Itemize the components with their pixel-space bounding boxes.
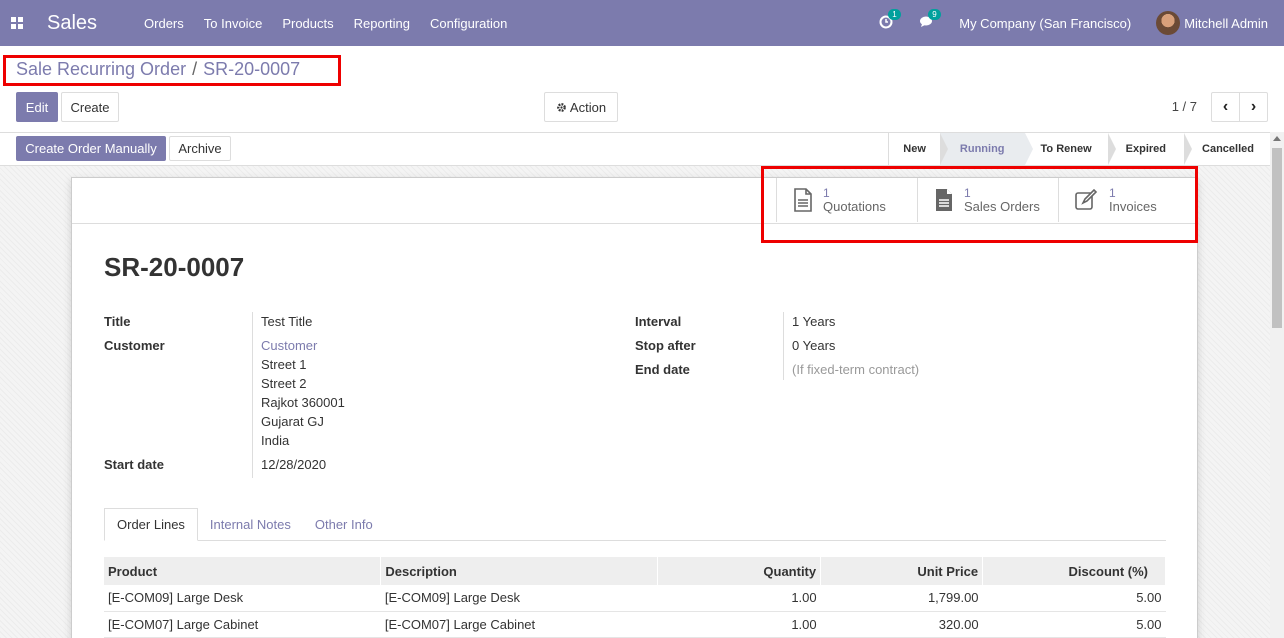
start-date-value: 12/28/2020	[261, 457, 327, 472]
cell-product: [E-COM09] Large Desk	[104, 585, 381, 612]
stop-after-label: Stop after	[635, 338, 696, 353]
stage-running[interactable]: Running	[939, 133, 1033, 165]
pager-previous-icon[interactable]: ‹	[1212, 93, 1240, 121]
pager-value[interactable]: 1 / 7	[1172, 99, 1197, 114]
user-avatar[interactable]	[1156, 11, 1181, 35]
create-button[interactable]: Create	[61, 92, 119, 122]
end-date-label: End date	[635, 362, 690, 377]
record-title: SR-20-0007	[104, 252, 245, 282]
activity-clock-icon[interactable]: 1	[879, 8, 901, 32]
start-date-label: Start date	[104, 457, 164, 472]
address-line: Rajkot 360001	[261, 395, 345, 410]
status-header: Create Order Manually Archive New Runnin…	[0, 132, 1270, 166]
interval-value: 1 Years	[792, 314, 836, 329]
title-value: Test Title	[261, 314, 313, 329]
user-menu[interactable]: Mitchell Admin	[1184, 16, 1268, 31]
stage-to-renew[interactable]: To Renew	[1025, 133, 1116, 165]
highlight-box-breadcrumb	[3, 55, 341, 86]
address-line: Gujarat GJ	[261, 414, 324, 429]
table-row[interactable]: [E-COM09] Large Desk [E-COM09] Large Des…	[104, 585, 1166, 612]
cell-unit-price: 320.00	[820, 611, 983, 638]
stage-new[interactable]: New	[889, 133, 948, 165]
highlight-box-smart-buttons	[761, 166, 1198, 243]
column-header-discount[interactable]: Discount (%)	[982, 557, 1166, 585]
apps-menu-icon[interactable]	[11, 17, 23, 29]
systray: 1 9 My Company (San Francisco) Mitchell …	[879, 0, 1284, 46]
menu-configuration[interactable]: Configuration	[430, 16, 507, 31]
notebook-tabs: Order Lines Internal Notes Other Info	[104, 508, 1166, 541]
tab-internal-notes[interactable]: Internal Notes	[198, 508, 303, 541]
menu-to-invoice[interactable]: To Invoice	[204, 16, 263, 31]
table-header-row: Product Description Quantity Unit Price …	[104, 557, 1166, 585]
stop-after-value: 0 Years	[792, 338, 836, 353]
right-group-divider	[783, 312, 784, 380]
address-line: Street 2	[261, 376, 307, 391]
column-header-quantity[interactable]: Quantity	[657, 557, 822, 585]
order-lines-table: Product Description Quantity Unit Price …	[104, 557, 1166, 638]
action-button-label: Action	[569, 99, 607, 115]
column-header-description[interactable]: Description	[380, 557, 659, 585]
table-row[interactable]: [E-COM07] Large Cabinet [E-COM07] Large …	[104, 611, 1166, 638]
menu-orders[interactable]: Orders	[144, 16, 184, 31]
company-switcher[interactable]: My Company (San Francisco)	[959, 16, 1131, 31]
left-group-divider	[252, 312, 253, 478]
pager-next-icon[interactable]: ›	[1240, 93, 1267, 121]
cell-description: [E-COM09] Large Desk	[380, 585, 658, 612]
cell-description: [E-COM07] Large Cabinet	[380, 611, 658, 638]
address-line: Street 1	[261, 357, 307, 372]
edit-button[interactable]: Edit	[16, 92, 58, 122]
app-name[interactable]: Sales	[47, 12, 97, 35]
menu-reporting[interactable]: Reporting	[354, 16, 410, 31]
top-navbar: Sales Orders To Invoice Products Reporti…	[0, 0, 1284, 46]
main-menu: Orders To Invoice Products Reporting Con…	[144, 16, 527, 31]
gear-icon	[557, 102, 566, 112]
vertical-scrollbar[interactable]	[1270, 132, 1284, 638]
cell-discount: 5.00	[982, 611, 1166, 638]
statusbar: New Running To Renew Expired Cancelled	[888, 133, 1270, 165]
cell-quantity: 1.00	[657, 585, 821, 612]
message-count-badge: 9	[928, 9, 941, 20]
messages-icon[interactable]: 9	[919, 9, 941, 31]
archive-button[interactable]: Archive	[169, 136, 231, 161]
interval-label: Interval	[635, 314, 682, 329]
tab-other-info[interactable]: Other Info	[303, 508, 385, 541]
tab-order-lines[interactable]: Order Lines	[104, 508, 198, 541]
cell-discount: 5.00	[982, 585, 1166, 612]
stage-cancelled[interactable]: Cancelled	[1184, 133, 1270, 165]
pager-buttons: ‹ ›	[1211, 92, 1268, 122]
action-button[interactable]: Action	[544, 92, 618, 122]
title-label: Title	[104, 314, 131, 329]
create-order-manually-button[interactable]: Create Order Manually	[16, 136, 166, 161]
customer-label: Customer	[104, 338, 165, 353]
activity-count-badge: 1	[888, 8, 901, 20]
cell-product: [E-COM07] Large Cabinet	[104, 611, 381, 638]
end-date-placeholder: (If fixed-term contract)	[792, 362, 920, 377]
cell-quantity: 1.00	[657, 611, 821, 638]
menu-products[interactable]: Products	[282, 16, 333, 31]
column-header-unit-price[interactable]: Unit Price	[820, 557, 984, 585]
address-line: India	[261, 433, 290, 448]
column-header-product[interactable]: Product	[104, 557, 382, 585]
customer-link[interactable]: Customer	[261, 338, 317, 353]
stage-expired[interactable]: Expired	[1108, 133, 1193, 165]
cell-unit-price: 1,799.00	[820, 585, 983, 612]
